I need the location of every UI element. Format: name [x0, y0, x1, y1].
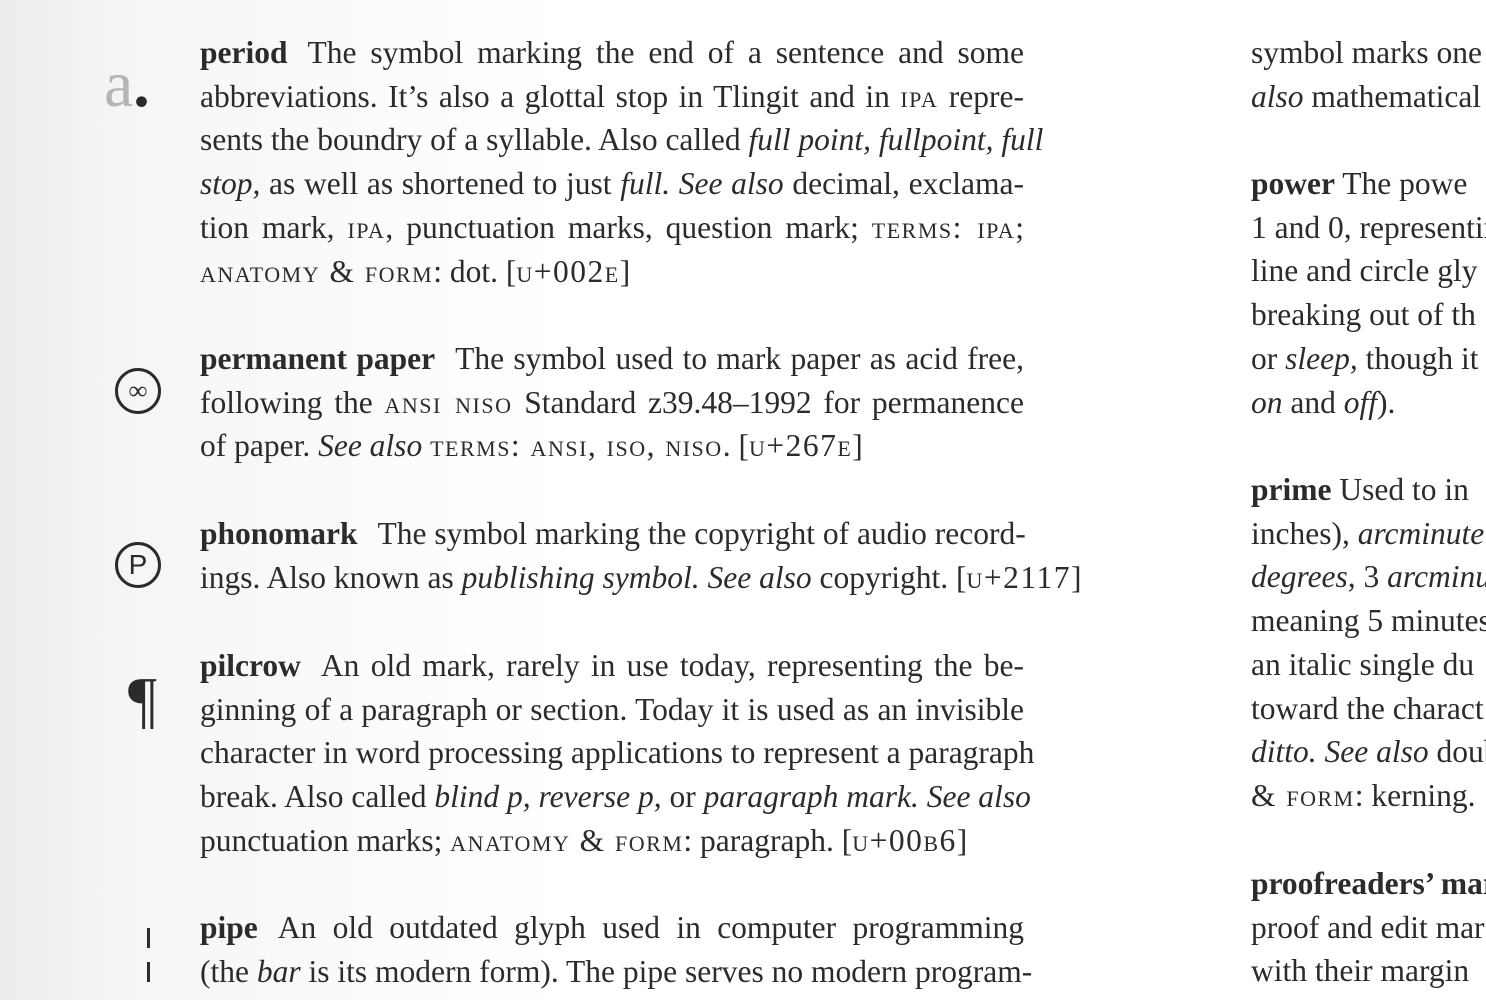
italic-text: publishing symbol. See also [461, 560, 812, 595]
entry-line: ginning of a paragraph or section. Today… [200, 692, 1024, 727]
right-column-line: proof and edit mar [1251, 910, 1485, 945]
italic-text: See also [318, 428, 423, 463]
period-glyph-dot: . [133, 48, 150, 121]
italic-text: also [1251, 79, 1304, 114]
small-caps-text: U+00B6 [852, 823, 957, 858]
entry-line: (the bar is its modern form). The pipe s… [200, 954, 1033, 989]
italic-text: off [1343, 385, 1377, 420]
right-column-line: 1 and 0, representin [1251, 210, 1486, 245]
small-caps-text: ANATOMY & FORM [450, 823, 684, 858]
italic-text: arcminute [1357, 516, 1485, 551]
small-caps-text: TERMS: ANSI, ISO, NISO [430, 428, 723, 463]
pilcrow-icon: ¶ [128, 668, 157, 732]
entry-line: tion mark, IPA, punctuation marks, quest… [200, 210, 1025, 245]
entry-line: phonomark The symbol marking the copyrigh… [200, 516, 1026, 551]
entry-line: stop, as well as shortened to just full.… [200, 166, 1024, 201]
right-column-line: symbol marks one [1251, 35, 1482, 70]
small-caps-text: & FORM [1251, 778, 1355, 813]
entry-line: following the ANSI NISO Standard z39.48–… [200, 385, 1024, 420]
right-column-line: with their margin [1251, 953, 1470, 988]
small-caps-text: U+2117 [966, 560, 1071, 595]
entry-line: abbreviations. It’s also a glottal stop … [200, 79, 1024, 114]
italic-text: on [1251, 385, 1283, 420]
entry-line: ANATOMY & FORM: dot. [U+002E] [200, 254, 631, 289]
entry-term: permanent paper [200, 341, 436, 376]
italic-text: full. See also [620, 166, 784, 201]
small-caps-text: IPA [900, 79, 939, 114]
entry-line: sents the boundry of a syllable. Also ca… [200, 122, 1044, 157]
permanent-paper-icon: ∞ [115, 368, 161, 414]
entry-term: pilcrow [200, 648, 301, 683]
right-column-line: breaking out of th [1251, 297, 1476, 332]
small-caps-text: TERMS: IPA [871, 210, 1016, 245]
right-column-line: an italic single du [1251, 647, 1475, 682]
italic-text: stop, [200, 166, 261, 201]
entry-line: character in word processing application… [200, 735, 1035, 770]
entry-line: ings. Also known as publishing symbol. S… [200, 560, 1082, 595]
entry-line: punctuation marks; ANATOMY & FORM: parag… [200, 823, 968, 858]
right-column-line: on and off). [1251, 385, 1396, 420]
period-glyph-letter: a [104, 48, 134, 121]
pipe-icon [146, 928, 151, 984]
italic-text: arcminut [1387, 559, 1486, 594]
small-caps-text: U+267E [748, 428, 853, 463]
small-caps-text: ANSI NISO [384, 385, 513, 420]
entry-term: proofreaders’ mark [1251, 866, 1486, 901]
pilcrow-symbol: ¶ [128, 664, 157, 735]
right-column-line: degrees, 3 arcminut [1251, 557, 1486, 597]
phonomark-letter: P [128, 549, 148, 580]
entry-line: pilcrow An old mark, rarely in use today,… [200, 648, 1024, 683]
entry-line: period The symbol marking the end of a se… [200, 35, 1024, 70]
italic-text: blind p, reverse p, [434, 779, 662, 814]
italic-text: paragraph mark. See also [703, 779, 1031, 814]
phonomark-icon: P [115, 542, 161, 588]
right-column-line: power The powe [1251, 166, 1468, 201]
entry-term: prime [1251, 472, 1332, 507]
right-column-line: meaning 5 minutes [1251, 603, 1486, 638]
right-column-line: prime Used to in [1251, 472, 1469, 507]
right-column-line: toward the charact [1251, 691, 1484, 726]
italic-text: sleep, [1285, 341, 1358, 376]
italic-text: ditto. See also [1251, 734, 1429, 769]
italic-text: bar [256, 954, 301, 989]
entry-term: phonomark [200, 516, 358, 551]
entry-term: power [1251, 166, 1335, 201]
small-caps-text: IPA [347, 210, 386, 245]
italic-text: full point, fullpoint, full [748, 122, 1044, 157]
right-column-line: line and circle gly [1251, 253, 1478, 288]
entry-line: of paper. See also TERMS: ANSI, ISO, NIS… [200, 428, 863, 463]
right-column-line: inches), arcminute [1251, 516, 1485, 551]
right-column-line: & FORM: kerning. [1251, 778, 1476, 813]
entry-line: break. Also called blind p, reverse p, o… [200, 779, 1031, 814]
period-glyph-icon: a. [104, 52, 150, 118]
small-caps-text: ANATOMY & FORM [200, 254, 434, 289]
infinity-symbol: ∞ [128, 376, 148, 405]
right-column-line: also mathematical [1251, 79, 1482, 114]
entry-term: period [200, 35, 288, 70]
small-caps-text: U+002E [516, 254, 620, 289]
entry-line: permanent paper The symbol used to mark p… [200, 341, 1024, 376]
italic-text: degrees, [1251, 559, 1356, 594]
entry-line: pipe An old outdated glyph used in comput… [200, 910, 1024, 945]
right-column-line: ditto. See also doub [1251, 734, 1486, 769]
entry-term: pipe [200, 910, 258, 945]
right-column-line: proofreaders’ mark [1251, 864, 1486, 904]
right-column-line: or sleep, though it i [1251, 341, 1486, 376]
